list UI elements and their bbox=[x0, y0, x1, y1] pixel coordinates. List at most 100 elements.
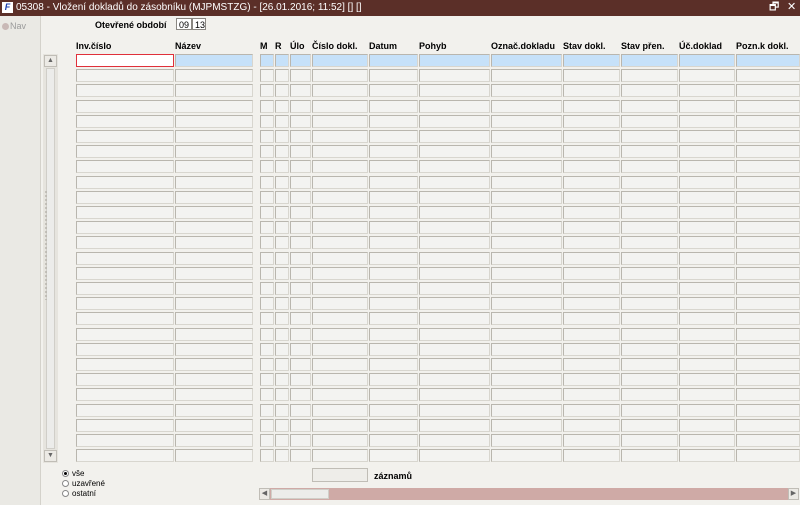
grid-cell-doc-note[interactable] bbox=[736, 191, 800, 204]
grid-cell-m[interactable] bbox=[260, 373, 274, 386]
grid-cell-r[interactable] bbox=[275, 373, 289, 386]
grid-cell-accounting-doc[interactable] bbox=[679, 191, 735, 204]
grid-cell-name[interactable] bbox=[175, 206, 253, 219]
grid-cell-m[interactable] bbox=[260, 130, 274, 143]
grid-cell-r[interactable] bbox=[275, 115, 289, 128]
grid-cell-doc-mark[interactable] bbox=[491, 145, 562, 158]
scroll-left-icon[interactable]: ◀ bbox=[259, 488, 270, 500]
grid-cell-doc-number[interactable] bbox=[312, 221, 368, 234]
grid-cell-accounting-doc[interactable] bbox=[679, 388, 735, 401]
grid-cell-doc-mark[interactable] bbox=[491, 419, 562, 432]
grid-cell-doc-mark[interactable] bbox=[491, 388, 562, 401]
grid-cell-accounting-doc[interactable] bbox=[679, 100, 735, 113]
grid-cell-doc-number[interactable] bbox=[312, 328, 368, 341]
grid-cell-r[interactable] bbox=[275, 145, 289, 158]
grid-cell-doc-number[interactable] bbox=[312, 84, 368, 97]
grid-cell-ulo[interactable] bbox=[290, 312, 311, 325]
grid-cell-r[interactable] bbox=[275, 404, 289, 417]
grid-cell-transfer-status[interactable] bbox=[621, 282, 678, 295]
grid-cell-doc-status[interactable] bbox=[563, 404, 620, 417]
grid-cell-transfer-status[interactable] bbox=[621, 236, 678, 249]
grid-cell-movement[interactable] bbox=[419, 115, 490, 128]
grid-cell-doc-number[interactable] bbox=[312, 419, 368, 432]
grid-cell-doc-mark[interactable] bbox=[491, 221, 562, 234]
grid-cell-date[interactable] bbox=[369, 221, 418, 234]
grid-cell-doc-mark[interactable] bbox=[491, 252, 562, 265]
grid-cell-doc-number[interactable] bbox=[312, 358, 368, 371]
grid-cell-accounting-doc[interactable] bbox=[679, 297, 735, 310]
grid-cell-movement[interactable] bbox=[419, 221, 490, 234]
grid-cell-doc-note[interactable] bbox=[736, 69, 800, 82]
grid-cell-doc-note[interactable] bbox=[736, 388, 800, 401]
grid-cell-doc-status[interactable] bbox=[563, 328, 620, 341]
grid-cell-doc-number[interactable] bbox=[312, 297, 368, 310]
grid-cell-doc-number[interactable] bbox=[312, 312, 368, 325]
grid-cell-m[interactable] bbox=[260, 206, 274, 219]
grid-cell-inv-number[interactable] bbox=[76, 297, 174, 310]
grid-cell-inv-number[interactable] bbox=[76, 373, 174, 386]
grid-cell-r[interactable] bbox=[275, 206, 289, 219]
grid-cell-date[interactable] bbox=[369, 328, 418, 341]
nav-button[interactable]: Nav bbox=[2, 21, 26, 31]
grid-cell-doc-note[interactable] bbox=[736, 343, 800, 356]
grid-cell-inv-number[interactable] bbox=[76, 358, 174, 371]
grid-cell-accounting-doc[interactable] bbox=[679, 312, 735, 325]
grid-cell-accounting-doc[interactable] bbox=[679, 115, 735, 128]
grid-cell-m[interactable] bbox=[260, 69, 274, 82]
grid-cell-movement[interactable] bbox=[419, 54, 490, 67]
grid-cell-date[interactable] bbox=[369, 115, 418, 128]
grid-cell-doc-mark[interactable] bbox=[491, 328, 562, 341]
grid-cell-movement[interactable] bbox=[419, 100, 490, 113]
grid-cell-m[interactable] bbox=[260, 297, 274, 310]
grid-cell-name[interactable] bbox=[175, 449, 253, 462]
grid-cell-inv-number[interactable] bbox=[76, 419, 174, 432]
grid-cell-ulo[interactable] bbox=[290, 221, 311, 234]
grid-cell-transfer-status[interactable] bbox=[621, 115, 678, 128]
grid-cell-date[interactable] bbox=[369, 54, 418, 67]
grid-cell-doc-status[interactable] bbox=[563, 191, 620, 204]
grid-cell-ulo[interactable] bbox=[290, 358, 311, 371]
grid-cell-doc-status[interactable] bbox=[563, 176, 620, 189]
grid-cell-inv-number[interactable] bbox=[76, 145, 174, 158]
scroll-right-icon[interactable]: ▶ bbox=[788, 488, 799, 500]
period-year-field[interactable]: 13 bbox=[192, 18, 206, 30]
grid-cell-doc-mark[interactable] bbox=[491, 297, 562, 310]
grid-cell-accounting-doc[interactable] bbox=[679, 176, 735, 189]
grid-cell-ulo[interactable] bbox=[290, 115, 311, 128]
grid-cell-doc-status[interactable] bbox=[563, 100, 620, 113]
grid-cell-name[interactable] bbox=[175, 388, 253, 401]
grid-cell-movement[interactable] bbox=[419, 206, 490, 219]
grid-cell-r[interactable] bbox=[275, 130, 289, 143]
grid-cell-doc-mark[interactable] bbox=[491, 282, 562, 295]
grid-cell-m[interactable] bbox=[260, 434, 274, 447]
grid-cell-name[interactable] bbox=[175, 312, 253, 325]
grid-cell-doc-mark[interactable] bbox=[491, 373, 562, 386]
grid-cell-date[interactable] bbox=[369, 236, 418, 249]
grid-cell-name[interactable] bbox=[175, 100, 253, 113]
grid-cell-doc-note[interactable] bbox=[736, 282, 800, 295]
grid-cell-movement[interactable] bbox=[419, 328, 490, 341]
grid-cell-r[interactable] bbox=[275, 419, 289, 432]
grid-cell-movement[interactable] bbox=[419, 69, 490, 82]
grid-cell-name[interactable] bbox=[175, 176, 253, 189]
grid-cell-doc-mark[interactable] bbox=[491, 69, 562, 82]
grid-cell-r[interactable] bbox=[275, 176, 289, 189]
grid-cell-name[interactable] bbox=[175, 358, 253, 371]
grid-cell-ulo[interactable] bbox=[290, 100, 311, 113]
grid-cell-name[interactable] bbox=[175, 84, 253, 97]
grid-cell-transfer-status[interactable] bbox=[621, 100, 678, 113]
grid-cell-transfer-status[interactable] bbox=[621, 69, 678, 82]
grid-cell-name[interactable] bbox=[175, 419, 253, 432]
grid-cell-r[interactable] bbox=[275, 100, 289, 113]
grid-cell-m[interactable] bbox=[260, 115, 274, 128]
grid-cell-doc-number[interactable] bbox=[312, 343, 368, 356]
grid-cell-name[interactable] bbox=[175, 221, 253, 234]
grid-cell-doc-note[interactable] bbox=[736, 373, 800, 386]
grid-cell-name[interactable] bbox=[175, 191, 253, 204]
grid-cell-movement[interactable] bbox=[419, 388, 490, 401]
grid-cell-name[interactable] bbox=[175, 115, 253, 128]
grid-cell-m[interactable] bbox=[260, 419, 274, 432]
grid-cell-r[interactable] bbox=[275, 236, 289, 249]
grid-cell-doc-mark[interactable] bbox=[491, 358, 562, 371]
grid-cell-name[interactable] bbox=[175, 145, 253, 158]
